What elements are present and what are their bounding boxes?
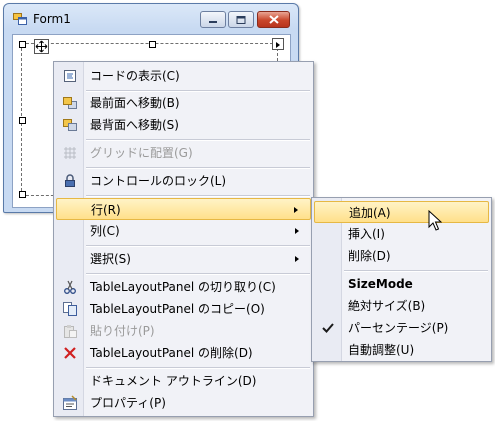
menu-item-lock-controls[interactable]: コントロールのロック(L) [56, 170, 311, 192]
menu-item-label: 貼り付け(P) [90, 324, 155, 338]
menu-header-label: SizeMode [348, 277, 413, 291]
menu-item-label: 追加(A) [349, 206, 391, 220]
menu-item-label: 削除(D) [348, 249, 391, 263]
menu-item-label: 行(R) [91, 203, 121, 217]
menu-item-label: 自動調整(U) [348, 343, 415, 357]
submenu-arrow-icon [294, 207, 298, 213]
menu-separator [86, 367, 310, 369]
submenu-arrow-icon [295, 256, 299, 262]
move-handle-icon[interactable] [34, 39, 49, 54]
mouse-pointer-icon [428, 209, 443, 232]
menu-item-label: コードの表示(C) [90, 69, 180, 83]
row-submenu: 追加(A) 挿入(I) 削除(D) SizeMode 絶対サイズ(B) パーセン… [311, 197, 492, 362]
menu-item-label: グリッドに配置(G) [90, 146, 193, 160]
menu-item-add-row[interactable]: 追加(A) [314, 201, 489, 223]
menu-item-cut[interactable]: TableLayoutPanel の切り取り(C) [56, 276, 311, 298]
menu-separator [86, 245, 310, 247]
menu-separator [86, 167, 310, 169]
menu-item-absolute-size[interactable]: 絶対サイズ(B) [314, 295, 489, 317]
menu-item-row[interactable]: 行(R) [56, 198, 311, 220]
menu-item-select[interactable]: 選択(S) [56, 248, 311, 270]
minimize-icon [209, 20, 217, 23]
menu-item-label: プロパティ(P) [90, 396, 166, 410]
menu-item-label: TableLayoutPanel の切り取り(C) [90, 280, 276, 294]
maximize-icon [236, 15, 246, 24]
menu-separator [86, 139, 310, 141]
context-menu: コードの表示(C) 最前面へ移動(B) 最背面へ移動(S) グリッドに配置(G)… [53, 61, 314, 417]
menu-item-document-outline[interactable]: ドキュメント アウトライン(D) [56, 370, 311, 392]
form-icon [13, 13, 27, 25]
menu-item-delete-row[interactable]: 削除(D) [314, 245, 489, 267]
delete-icon [62, 345, 78, 361]
paste-icon [62, 323, 78, 339]
menu-item-bring-to-front[interactable]: 最前面へ移動(B) [56, 92, 311, 114]
smart-tag-icon[interactable] [272, 38, 284, 50]
menu-item-copy[interactable]: TableLayoutPanel のコピー(O) [56, 298, 311, 320]
menu-item-label: 絶対サイズ(B) [348, 299, 426, 313]
view-code-icon [62, 68, 78, 84]
menu-item-properties[interactable]: プロパティ(P) [56, 392, 311, 414]
resize-grip[interactable] [19, 117, 26, 124]
checkmark-icon [320, 320, 336, 336]
menu-item-delete[interactable]: TableLayoutPanel の削除(D) [56, 342, 311, 364]
menu-item-label: 最背面へ移動(S) [90, 118, 179, 132]
menu-item-label: TableLayoutPanel の削除(D) [90, 346, 253, 360]
menu-separator [344, 270, 488, 272]
menu-item-label: コントロールのロック(L) [90, 174, 227, 188]
properties-icon [62, 395, 78, 411]
window-title: Form1 [33, 12, 71, 26]
menu-item-label: 列(C) [90, 224, 120, 238]
menu-item-align-to-grid: グリッドに配置(G) [56, 142, 311, 164]
menu-item-view-code[interactable]: コードの表示(C) [56, 65, 311, 87]
send-to-back-icon [62, 117, 78, 133]
menu-item-label: 選択(S) [90, 252, 131, 266]
menu-item-label: TableLayoutPanel のコピー(O) [90, 302, 265, 316]
menu-item-percentage[interactable]: パーセンテージ(P) [314, 317, 489, 339]
bring-to-front-icon [62, 95, 78, 111]
submenu-arrow-icon [295, 228, 299, 234]
menu-header-sizemode: SizeMode [314, 273, 489, 295]
close-button[interactable] [257, 11, 290, 28]
menu-item-label: 最前面へ移動(B) [90, 96, 180, 110]
resize-grip[interactable] [149, 41, 156, 48]
close-icon [268, 15, 279, 24]
resize-grip[interactable] [19, 191, 26, 198]
menu-separator [86, 195, 310, 197]
menu-item-send-to-back[interactable]: 最背面へ移動(S) [56, 114, 311, 136]
menu-item-column[interactable]: 列(C) [56, 220, 311, 242]
menu-item-insert-row[interactable]: 挿入(I) [314, 223, 489, 245]
lock-icon [62, 173, 78, 189]
menu-item-autosize[interactable]: 自動調整(U) [314, 339, 489, 361]
minimize-button[interactable] [200, 11, 226, 28]
menu-item-label: パーセンテージ(P) [348, 321, 449, 335]
copy-icon [62, 301, 78, 317]
menu-item-label: 挿入(I) [348, 227, 385, 241]
align-to-grid-icon [62, 145, 78, 161]
cut-icon [62, 279, 78, 295]
title-bar[interactable]: Form1 [4, 4, 298, 34]
menu-item-label: ドキュメント アウトライン(D) [90, 374, 257, 388]
resize-grip[interactable] [19, 41, 26, 48]
maximize-button[interactable] [228, 11, 254, 28]
menu-separator [86, 273, 310, 275]
menu-item-paste: 貼り付け(P) [56, 320, 311, 342]
